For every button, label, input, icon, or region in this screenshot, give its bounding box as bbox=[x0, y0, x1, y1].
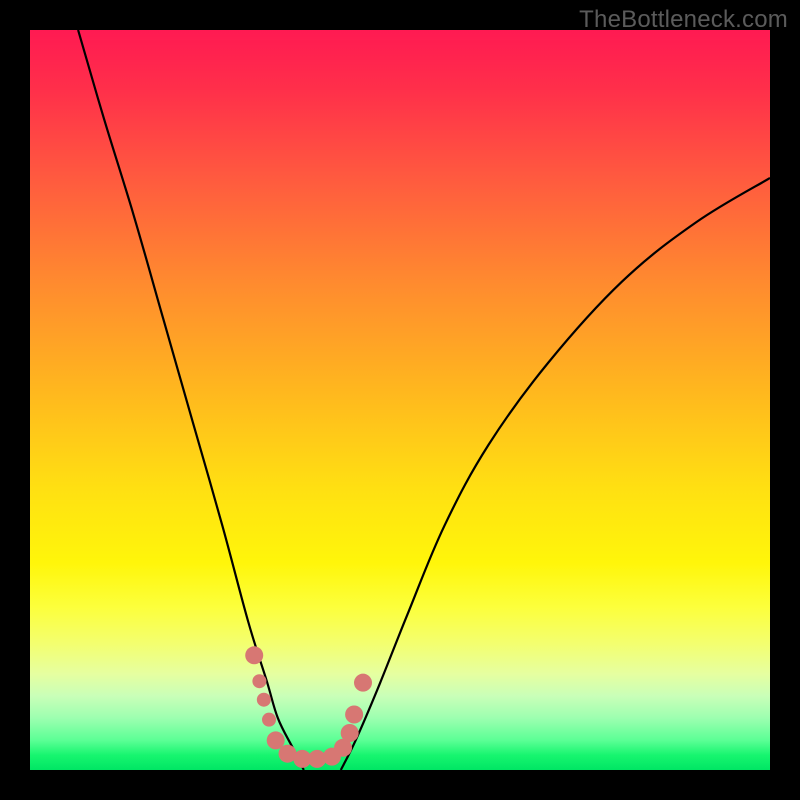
data-marker bbox=[245, 646, 263, 664]
data-marker bbox=[252, 674, 266, 688]
watermark-text: TheBottleneck.com bbox=[579, 6, 788, 34]
data-marker bbox=[345, 706, 363, 724]
marker-group bbox=[245, 646, 372, 768]
plot-area bbox=[30, 30, 770, 770]
curve-left bbox=[78, 30, 304, 770]
curve-right bbox=[341, 178, 770, 770]
data-marker bbox=[262, 713, 276, 727]
chart-svg bbox=[30, 30, 770, 770]
chart-frame: TheBottleneck.com bbox=[0, 0, 800, 800]
data-marker bbox=[354, 674, 372, 692]
data-marker bbox=[257, 693, 271, 707]
data-marker bbox=[341, 724, 359, 742]
